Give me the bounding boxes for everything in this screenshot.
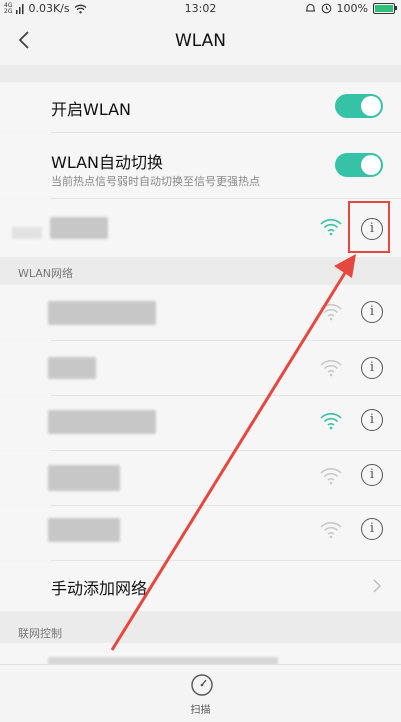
bottom-bar: 扫描 [0,664,401,722]
add-network-label: 手动添加网络 [51,579,148,598]
blurred-network-name [12,227,42,239]
wlan-toggle-label: 开启WLAN [51,100,132,119]
network-info-icon[interactable]: i [361,518,383,540]
section-header-wlan-networks: WLAN网络 [0,257,401,285]
auto-switch-row[interactable]: WLAN自动切换 当前热点信号弱时自动切换至信号更强热点 [0,133,401,198]
blurred-network-name [48,518,120,542]
network-info-icon[interactable]: i [361,301,383,323]
blurred-network-name [48,465,120,491]
chevron-right-icon [373,579,381,593]
blurred-network-name [48,357,96,379]
wifi-signal-icon [320,219,342,236]
clock-icon [321,3,331,14]
wlan-toggle-switch[interactable] [335,94,383,118]
page-title: WLAN [174,31,227,51]
network-info-icon[interactable]: i [361,464,383,486]
auto-switch-toggle[interactable] [335,153,383,177]
network-list-item[interactable]: i [0,341,401,395]
alarm-icon [305,3,315,12]
network-info-icon[interactable]: i [361,409,383,431]
nav-bar: WLAN [0,17,401,65]
battery-percent: 100% [336,2,368,15]
blurred-network-name [48,301,156,325]
status-bar: 4G 2G 0.03K/s 13:02 100% [0,0,401,17]
section-header-network-control: 联网控制 [0,611,401,643]
wifi-signal-icon [320,304,342,321]
network-control-row-partial[interactable] [0,643,401,665]
connected-network-row[interactable]: i [0,199,401,257]
auto-switch-label: WLAN自动切换 [51,153,164,172]
wifi-signal-icon [320,468,342,485]
network-list-item[interactable]: i [0,451,401,505]
blurred-network-name [50,217,108,239]
network-list-item[interactable]: i [0,506,401,560]
wifi-signal-icon [320,522,342,539]
highlight-box [348,201,390,253]
wifi-signal-icon [320,360,342,377]
network-list-item[interactable]: i [0,285,401,340]
scan-button-label[interactable]: 扫描 [0,701,401,716]
network-list-item[interactable]: i [0,396,401,450]
network-info-icon[interactable]: i [361,357,383,379]
auto-switch-description: 当前热点信号弱时自动切换至信号更强热点 [51,175,260,188]
blurred-network-name [48,410,156,434]
wlan-toggle-row[interactable]: 开启WLAN [0,82,401,132]
wifi-signal-icon [320,413,342,430]
scan-icon[interactable] [190,673,214,697]
battery-icon [373,3,397,14]
section-gap [0,65,401,82]
add-network-row[interactable]: 手动添加网络 [0,561,401,611]
